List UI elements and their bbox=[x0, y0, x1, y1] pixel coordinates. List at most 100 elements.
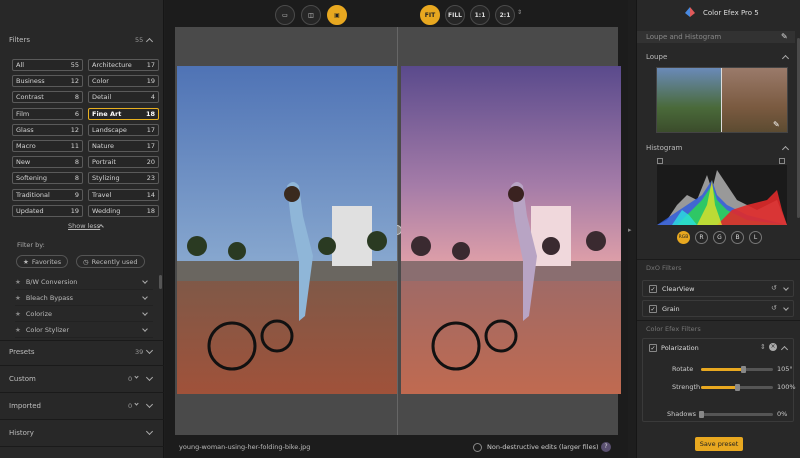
chevron-down-icon[interactable] bbox=[134, 374, 139, 379]
filter-category-updated[interactable]: Updated 19 bbox=[12, 204, 83, 217]
zoom-2-1-button[interactable]: 2:1 bbox=[495, 5, 515, 25]
zoom-fit-button[interactable]: FIT bbox=[420, 5, 440, 25]
presets-header[interactable]: Presets bbox=[9, 348, 34, 356]
histogram-header[interactable]: Histogram bbox=[646, 144, 682, 152]
polarization-label: Polarization bbox=[661, 344, 699, 352]
highlight-clip-toggle[interactable] bbox=[779, 158, 785, 164]
filter-category-contrast[interactable]: Contrast 8 bbox=[12, 91, 83, 104]
filter-category-travel[interactable]: Travel 14 bbox=[88, 188, 159, 201]
chevron-down-icon[interactable] bbox=[142, 294, 148, 300]
shadow-clip-toggle[interactable] bbox=[657, 158, 663, 164]
pin-icon[interactable]: ✎ bbox=[781, 32, 788, 41]
nondestructive-radio[interactable] bbox=[473, 443, 482, 452]
save-preset-button[interactable]: Save preset bbox=[695, 437, 743, 451]
slider-fill bbox=[701, 386, 737, 389]
filter-category-macro[interactable]: Macro 11 bbox=[12, 140, 83, 152]
filename-label: young-woman-using-her-folding-bike.jpg bbox=[179, 443, 311, 451]
histogram-graph bbox=[657, 165, 787, 225]
filter-category-film[interactable]: Film 6 bbox=[12, 107, 83, 120]
filter-category-all[interactable]: All 55 bbox=[12, 59, 83, 71]
side-by-side-view-icon[interactable]: ▣ bbox=[327, 5, 347, 25]
zoom-stepper-icon[interactable]: ⇕ bbox=[517, 9, 522, 16]
filter-category-detail[interactable]: Detail 4 bbox=[88, 91, 159, 104]
filter-category-nature[interactable]: Nature 17 bbox=[88, 140, 159, 152]
filter-list-item[interactable]: ★ B/W Conversion bbox=[15, 275, 153, 290]
chevron-down-icon[interactable] bbox=[142, 278, 148, 284]
filter-category-color[interactable]: Color 19 bbox=[88, 75, 159, 88]
custom-header[interactable]: Custom bbox=[9, 375, 36, 383]
filter-category-wedding[interactable]: Wedding 18 bbox=[88, 204, 159, 217]
loupe-histogram-header[interactable]: Loupe and Histogram bbox=[646, 33, 721, 41]
star-icon[interactable]: ★ bbox=[15, 294, 21, 302]
filter-category-portrait[interactable]: Portrait 20 bbox=[88, 156, 159, 169]
dxo-filter-checkbox[interactable]: ✓ bbox=[649, 305, 657, 313]
slider-track[interactable] bbox=[701, 413, 773, 416]
filter-category-architecture[interactable]: Architecture 17 bbox=[88, 59, 159, 71]
zoom-1-1-button[interactable]: 1:1 bbox=[470, 5, 490, 25]
chevron-up-icon[interactable] bbox=[781, 145, 790, 154]
filter-category-fine-art[interactable]: Fine Art 18 bbox=[88, 107, 159, 120]
slider-thumb[interactable] bbox=[740, 366, 746, 373]
filter-category-glass[interactable]: Glass 12 bbox=[12, 123, 83, 136]
preview-area: ▭ ◫ ▣ FIT FILL 1:1 2:1 ⇕ young-woman-using-… bbox=[165, 0, 628, 458]
chevron-up-icon[interactable] bbox=[781, 54, 790, 63]
channel-b-button[interactable]: B bbox=[731, 231, 744, 244]
filter-category-traditional[interactable]: Traditional 9 bbox=[12, 188, 83, 201]
remove-filter-icon[interactable]: × bbox=[769, 343, 777, 351]
star-icon[interactable]: ★ bbox=[15, 310, 21, 318]
chevron-down-icon[interactable] bbox=[134, 401, 139, 406]
channel-g-button[interactable]: G bbox=[713, 231, 726, 244]
reset-icon[interactable]: ↺ bbox=[771, 304, 777, 312]
reorder-icon[interactable]: ⇕ bbox=[760, 343, 766, 351]
slider-thumb[interactable] bbox=[735, 384, 740, 391]
clock-icon: ◷ bbox=[83, 257, 89, 266]
filter-category-softening[interactable]: Softening 8 bbox=[12, 172, 83, 185]
star-icon[interactable]: ★ bbox=[15, 278, 21, 286]
loupe-header[interactable]: Loupe bbox=[646, 53, 667, 61]
channel-r-button[interactable]: R bbox=[695, 231, 708, 244]
after-image bbox=[401, 66, 621, 394]
recently-used-button[interactable]: ◷ Recently used bbox=[76, 255, 145, 268]
imported-header[interactable]: Imported bbox=[9, 402, 41, 410]
collapse-right-icon[interactable]: ▸ bbox=[628, 226, 632, 234]
filter-list-scrollbar[interactable] bbox=[159, 275, 162, 289]
dxo-filters-header[interactable]: DxO Filters bbox=[646, 264, 682, 272]
filter-list-item[interactable]: ★ Color Stylizer bbox=[15, 323, 153, 338]
filter-category-stylizing[interactable]: Stylizing 23 bbox=[88, 172, 159, 185]
single-view-icon[interactable]: ▭ bbox=[275, 5, 295, 25]
favorites-button[interactable]: ★ Favorites bbox=[16, 255, 69, 268]
history-header[interactable]: History bbox=[9, 429, 34, 437]
chevron-down-icon[interactable] bbox=[142, 326, 148, 332]
filter-category-new[interactable]: New 8 bbox=[12, 156, 83, 169]
polarization-checkbox[interactable]: ✓ bbox=[649, 344, 657, 352]
chevron-down-icon[interactable] bbox=[145, 346, 154, 355]
dxo-filter-item[interactable]: ✓ ClearView ↺ bbox=[642, 280, 794, 297]
show-less-link[interactable]: Show less bbox=[68, 222, 100, 230]
filter-list-item[interactable]: ★ Colorize bbox=[15, 307, 153, 322]
filter-category-business[interactable]: Business 12 bbox=[12, 75, 83, 88]
chevron-down-icon[interactable] bbox=[783, 285, 789, 291]
zoom-fill-button[interactable]: FILL bbox=[445, 5, 465, 25]
filter-category-landscape[interactable]: Landscape 17 bbox=[88, 123, 159, 136]
channel-l-button[interactable]: L bbox=[749, 231, 762, 244]
color-efex-filters-header[interactable]: Color Efex Filters bbox=[646, 325, 701, 333]
loupe-pin-icon[interactable]: ✎ bbox=[773, 120, 780, 129]
star-icon[interactable]: ★ bbox=[15, 326, 21, 334]
chevron-down-icon[interactable] bbox=[145, 400, 154, 409]
filter-list-item[interactable]: ★ Bleach Bypass bbox=[15, 291, 153, 306]
chevron-down-icon[interactable] bbox=[783, 305, 789, 311]
chevron-down-icon[interactable] bbox=[142, 310, 148, 316]
chevron-down-icon[interactable] bbox=[145, 373, 154, 382]
dxo-filter-item[interactable]: ✓ Grain ↺ bbox=[642, 300, 794, 317]
chevron-down-icon[interactable] bbox=[145, 427, 154, 436]
split-view-icon[interactable]: ◫ bbox=[301, 5, 321, 25]
channel-rgb-button[interactable]: RGB bbox=[677, 231, 690, 244]
custom-count: 0 bbox=[128, 375, 133, 383]
help-icon[interactable]: ? bbox=[601, 442, 611, 452]
filters-header[interactable]: Filters bbox=[9, 36, 30, 44]
slider-label: Shadows bbox=[667, 410, 697, 418]
dxo-filter-checkbox[interactable]: ✓ bbox=[649, 285, 657, 293]
chevron-up-icon[interactable] bbox=[145, 37, 154, 46]
slider-thumb[interactable] bbox=[699, 411, 704, 418]
reset-icon[interactable]: ↺ bbox=[771, 284, 777, 292]
